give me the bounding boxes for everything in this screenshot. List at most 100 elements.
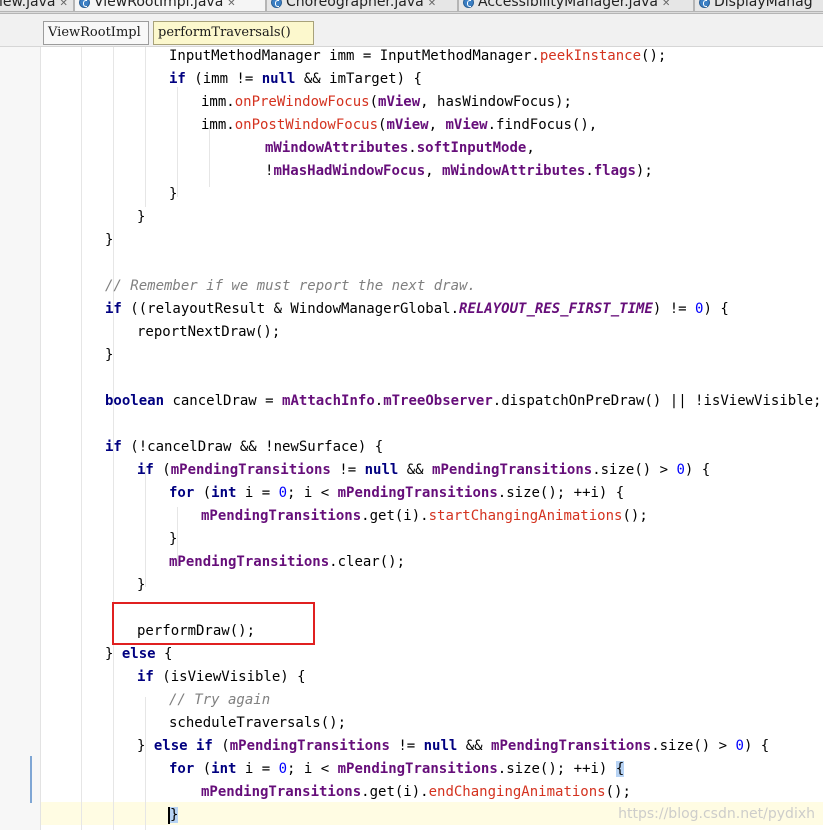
- code-token: (: [194, 485, 212, 501]
- watermark: https://blog.csdn.net/pydixh: [618, 806, 815, 822]
- code-line[interactable]: for (int i = 0; i < mPendingTransitions.…: [169, 758, 625, 781]
- tab-label: AccessibilityManager.java: [478, 0, 659, 10]
- indent-guide: [145, 47, 146, 207]
- code-token: .size(); ++i): [497, 761, 616, 777]
- code-line[interactable]: }: [137, 574, 145, 597]
- code-token: ();: [622, 508, 648, 524]
- code-line[interactable]: scheduleTraversals();: [169, 712, 346, 735]
- code-token: .get(i).: [361, 784, 429, 800]
- code-token: if: [169, 71, 186, 87]
- code-token: }: [105, 646, 122, 662]
- code-token: , hasWindowFocus);: [420, 94, 572, 110]
- java-class-icon: [271, 0, 282, 8]
- code-token: ; i <: [287, 761, 338, 777]
- code-token: InputMethodManager imm = InputMethodMana…: [169, 48, 540, 64]
- code-token: i =: [236, 485, 279, 501]
- tab-viewrootimpl-java[interactable]: ViewRootImpl.java ✕: [74, 0, 266, 12]
- code-token: 0: [735, 738, 744, 754]
- code-line[interactable]: mPendingTransitions.clear();: [169, 551, 405, 574]
- code-token: if: [105, 439, 122, 455]
- code-token: &&: [457, 738, 492, 754]
- code-line[interactable]: mPendingTransitions.get(i).startChanging…: [201, 505, 648, 528]
- code-token: .size() >: [651, 738, 736, 754]
- code-token: softInputMode: [416, 140, 527, 156]
- code-token: if: [105, 301, 122, 317]
- code-token: null: [423, 738, 458, 754]
- code-token: }: [169, 531, 178, 547]
- code-token: mPendingTransitions: [337, 485, 498, 501]
- code-line[interactable]: }: [105, 229, 113, 252]
- code-line[interactable]: }: [169, 183, 177, 206]
- tab-accessibilitymanager-java[interactable]: AccessibilityManager.java ✕: [458, 0, 694, 12]
- code-token: onPostWindowFocus: [234, 117, 379, 133]
- code-line[interactable]: } else if (mPendingTransitions != null &…: [137, 735, 769, 758]
- code-line[interactable]: }: [168, 804, 179, 827]
- code-line[interactable]: if (imm != null && imTarget) {: [169, 68, 422, 91]
- code-token: mPendingTransitions: [201, 508, 362, 524]
- breadcrumb: ViewRootImpl performTraversals(): [0, 14, 823, 47]
- code-token: (isViewVisible) {: [153, 669, 306, 685]
- code-line[interactable]: InputMethodManager imm = InputMethodMana…: [169, 47, 666, 68]
- code-token: && imTarget) {: [295, 71, 422, 87]
- code-token: else: [121, 646, 156, 662]
- code-line[interactable]: mWindowAttributes.softInputMode,: [265, 137, 535, 160]
- code-token: }: [137, 738, 154, 754]
- code-line[interactable]: !mHasHadWindowFocus, mWindowAttributes.f…: [265, 160, 653, 183]
- code-line[interactable]: } else {: [105, 643, 172, 666]
- code-line[interactable]: }: [137, 206, 145, 229]
- editor-gutter[interactable]: [0, 47, 41, 830]
- code-line[interactable]: mPendingTransitions.get(i).endChangingAn…: [201, 781, 631, 804]
- code-line[interactable]: imm.onPreWindowFocus(mView, hasWindowFoc…: [201, 91, 572, 114]
- code-token: cancelDraw =: [164, 393, 283, 409]
- tab-label: iew.java: [0, 0, 56, 10]
- close-icon[interactable]: ✕: [428, 0, 436, 9]
- java-class-icon: [699, 0, 710, 8]
- code-token: }: [137, 577, 146, 593]
- tab-view-java[interactable]: iew.java ✕: [0, 0, 74, 12]
- code-token: .: [374, 393, 384, 409]
- code-token: (imm !=: [185, 71, 262, 87]
- code-line[interactable]: if (!cancelDraw && !newSurface) {: [105, 436, 383, 459]
- code-line[interactable]: boolean cancelDraw = mAttachInfo.mTreeOb…: [105, 390, 822, 413]
- code-token: ) {: [684, 462, 711, 478]
- indent-guide: [177, 87, 178, 197]
- code-line[interactable]: }: [169, 528, 177, 551]
- code-token: flags: [593, 163, 636, 179]
- code-token: peekInstance: [539, 48, 642, 64]
- code-line[interactable]: // Try again: [169, 689, 270, 712]
- code-line[interactable]: for (int i = 0; i < mPendingTransitions.…: [169, 482, 624, 505]
- code-line[interactable]: // Remember if we must report the next d…: [105, 275, 476, 298]
- breadcrumb-class[interactable]: ViewRootImpl: [43, 21, 149, 45]
- code-line[interactable]: if (isViewVisible) {: [137, 666, 306, 689]
- code-token: 0: [676, 462, 685, 478]
- code-token: mPendingTransitions: [201, 784, 362, 800]
- code-token: ((relayoutResult & WindowManagerGlobal.: [121, 301, 460, 317]
- close-icon[interactable]: ✕: [662, 0, 670, 9]
- code-token: ();: [641, 48, 667, 64]
- close-icon[interactable]: ✕: [59, 0, 67, 9]
- code-token: mPendingTransitions: [337, 761, 498, 777]
- code-token: ) {: [743, 738, 770, 754]
- code-line[interactable]: reportNextDraw();: [137, 321, 280, 344]
- tab-label: Choreographer.java: [286, 0, 424, 10]
- code-token: (: [369, 94, 379, 110]
- code-line[interactable]: if (mPendingTransitions != null && mPend…: [137, 459, 710, 482]
- code-token: ,: [425, 163, 443, 179]
- code-token: mView: [378, 94, 421, 110]
- tab-displaymanager-java[interactable]: DisplayManag: [694, 0, 823, 12]
- code-line[interactable]: }: [105, 344, 113, 367]
- code-line[interactable]: if ((relayoutResult & WindowManagerGloba…: [105, 298, 729, 321]
- breadcrumb-method[interactable]: performTraversals(): [153, 21, 314, 45]
- close-icon[interactable]: ✕: [227, 0, 235, 9]
- tab-choreographer-java[interactable]: Choreographer.java ✕: [266, 0, 458, 12]
- code-token: mAttachInfo: [282, 393, 375, 409]
- code-token: {: [155, 646, 173, 662]
- editor-tab-bar: iew.java ✕ ViewRootImpl.java ✕ Choreograph…: [0, 0, 823, 14]
- code-token: .get(i).: [361, 508, 429, 524]
- code-token: );: [635, 163, 653, 179]
- code-line[interactable]: imm.onPostWindowFocus(mView, mView.findF…: [201, 114, 597, 137]
- code-editor[interactable]: InputMethodManager imm = InputMethodMana…: [41, 47, 823, 830]
- code-token: {: [615, 761, 625, 777]
- code-token: imm.: [201, 117, 235, 133]
- code-token: RELAYOUT_RES_FIRST_TIME: [459, 301, 653, 317]
